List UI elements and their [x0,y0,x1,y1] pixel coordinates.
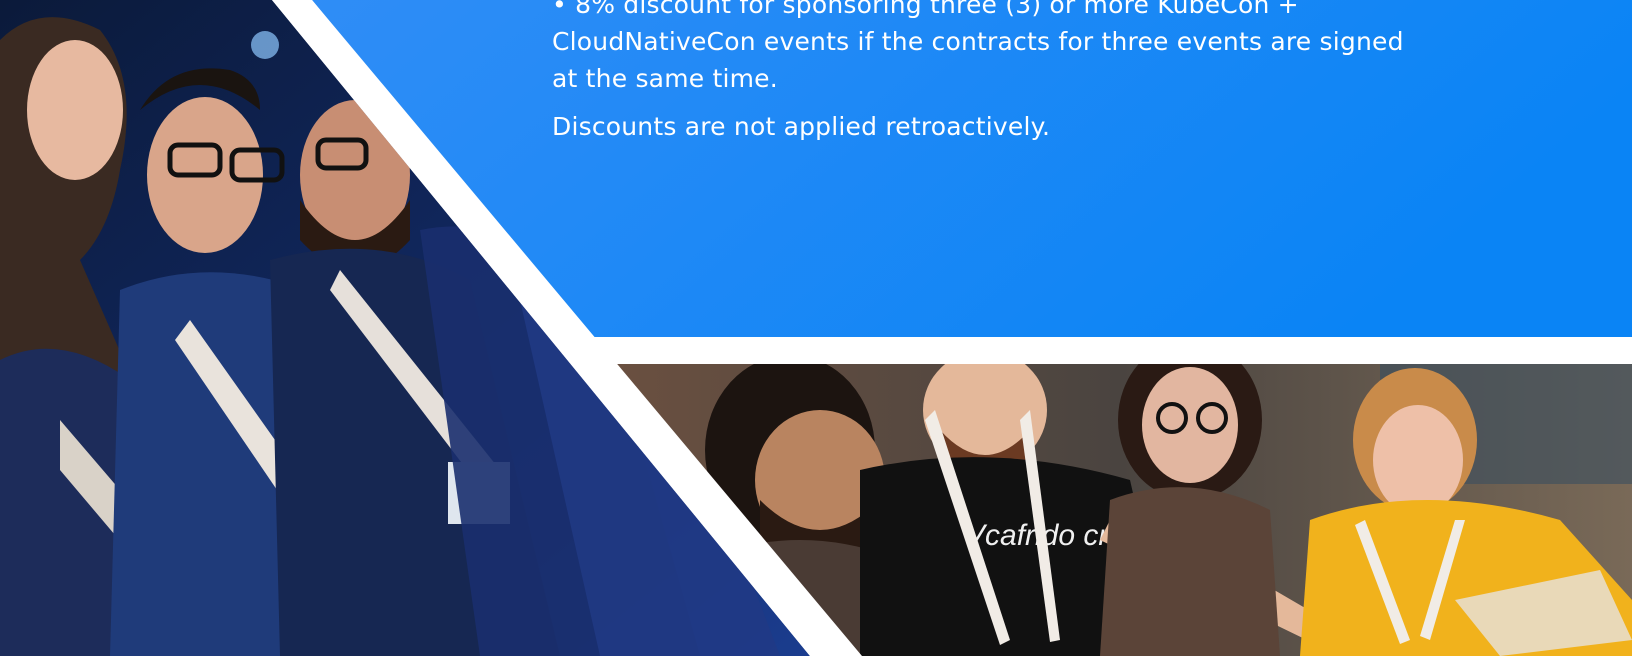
retroactive-note: Discounts are not applied retroactively. [552,112,1051,141]
bullet-discount: • 8% discount for sponsoring three (3) o… [552,0,1404,93]
slide: Vcafrido cmt • 8% discount for sponsorin… [0,0,1632,656]
discount-text: • 8% discount for sponsoring three (3) o… [552,0,1432,145]
